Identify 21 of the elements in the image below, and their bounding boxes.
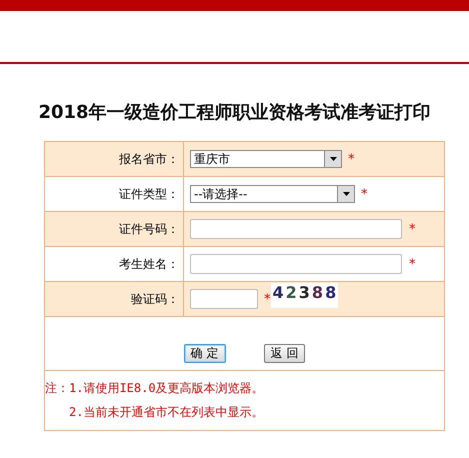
text-field[interactable]: [190, 254, 402, 274]
note-text: 2.当前未开通省市不在列表中显示。: [68, 404, 264, 421]
dropdown[interactable]: --请选择--: [190, 185, 355, 203]
captcha-field[interactable]: [190, 289, 258, 309]
required-mark: *: [361, 186, 368, 202]
required-mark: *: [264, 292, 270, 306]
required-mark: *: [348, 152, 354, 166]
field-label: 报名省市：: [45, 142, 184, 176]
required-mark: *: [409, 222, 416, 236]
form-button[interactable]: 确 定: [184, 344, 226, 363]
form-button[interactable]: 返 回: [264, 344, 306, 363]
field-label: 验证码：: [45, 282, 184, 316]
dropdown[interactable]: 重庆市: [190, 150, 342, 168]
text-field[interactable]: [190, 219, 402, 239]
field-label: 证件号码：: [45, 212, 184, 246]
page-title: 2018年一级造价工程师职业资格考试准考证打印: [37, 101, 432, 124]
captcha-image: 42388: [270, 283, 338, 308]
field-label: 证件类型：: [45, 177, 184, 211]
field-label: 考生姓名：: [45, 247, 184, 281]
note-text: 注：1.请使用IE8.0及更高版本浏览器。: [45, 380, 265, 397]
required-mark: *: [409, 256, 416, 272]
